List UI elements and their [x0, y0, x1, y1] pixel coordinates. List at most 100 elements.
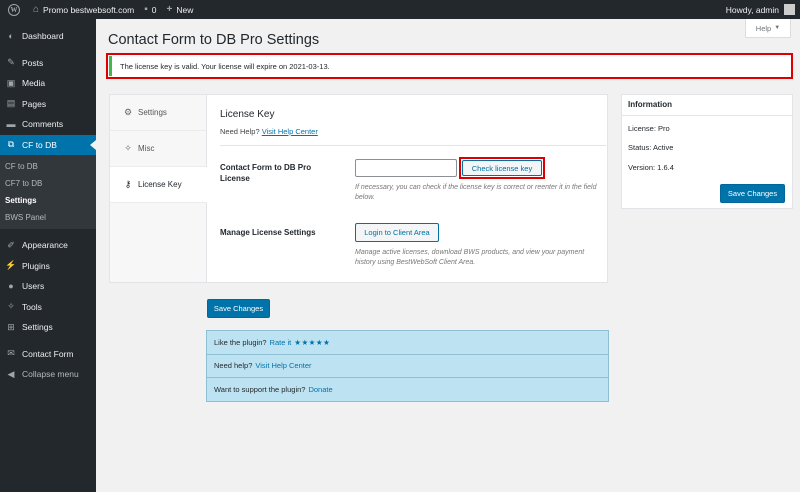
sidebar-item-label: Appearance: [22, 240, 68, 251]
status-info: Status: Active: [628, 143, 674, 152]
settings-icon: ⊞: [7, 321, 15, 332]
site-name: Promo bestwebsoft.com: [43, 4, 135, 15]
admin-bar: W ⌂ Promo bestwebsoft.com ▪ 0 + New Howd…: [0, 0, 800, 19]
help-tab-label: Help: [755, 23, 772, 33]
account-menu[interactable]: Howdy, admin: [721, 0, 800, 19]
settings-panel: ⚙ Settings ✧ Misc ⚷ License Key License …: [109, 94, 608, 283]
license-key-heading: License Key: [220, 109, 275, 120]
plugin-icon: ⚡: [5, 260, 17, 271]
help-row: Need help? Visit Help Center: [207, 355, 608, 378]
rating-stars-icon[interactable]: ★★★★★: [294, 338, 330, 347]
site-name-link[interactable]: ⌂ Promo bestwebsoft.com: [28, 0, 139, 19]
license-key-input[interactable]: [355, 159, 457, 177]
pin-icon: ✎: [7, 57, 15, 68]
sidebar-item-label: CF to DB: [22, 139, 57, 150]
information-title: Information: [622, 95, 792, 116]
sidebar-item-label: Contact Form: [22, 348, 74, 359]
sidebar-item-label: Settings: [22, 322, 53, 333]
submenu-settings[interactable]: Settings: [0, 192, 96, 209]
submenu-bws-panel[interactable]: BWS Panel: [0, 209, 96, 226]
tab-label: Misc: [138, 144, 155, 153]
sidebar-item-tools[interactable]: ✧ Tools: [0, 297, 96, 318]
save-changes-button[interactable]: Save Changes: [207, 299, 270, 318]
tab-label: License Key: [138, 180, 182, 189]
sidebar-item-label: Dashboard: [22, 31, 64, 42]
sidebar-item-posts[interactable]: ✎ Posts: [0, 53, 96, 74]
sidebar-item-label: Collapse menu: [22, 369, 79, 380]
sidebar-item-settings[interactable]: ⊞ Settings: [0, 317, 96, 338]
gear-icon: ⚙: [123, 107, 133, 117]
license-field-label: Contact Form to DB Pro License: [220, 163, 312, 183]
sidebar-item-contact-form[interactable]: ✉ Contact Form: [0, 344, 96, 365]
submenu-cf-to-db[interactable]: CF to DB: [0, 158, 96, 175]
donate-link[interactable]: Donate: [308, 385, 332, 394]
mail-icon: ✉: [7, 348, 15, 359]
key-icon: ⚷: [124, 179, 132, 189]
collapse-icon: ◀: [7, 368, 15, 379]
howdy-text: Howdy, admin: [725, 4, 779, 15]
sidebar-item-plugins[interactable]: ⚡ Plugins: [0, 256, 96, 277]
brush-icon: ✐: [7, 239, 15, 250]
users-icon: ●: [8, 281, 14, 292]
visit-help-center-link[interactable]: Visit Help Center: [255, 361, 311, 370]
sidebar-save-changes-button[interactable]: Save Changes: [720, 184, 785, 203]
need-help-text: Need help?: [214, 361, 253, 371]
sidebar-item-cf-to-db[interactable]: ⧉ CF to DB: [0, 134, 96, 155]
tab-misc[interactable]: ✧ Misc: [110, 131, 206, 167]
visit-help-center-link[interactable]: Visit Help Center: [262, 127, 318, 136]
comments-link[interactable]: ▪ 0: [139, 0, 161, 19]
wrench-icon: ✧: [124, 143, 132, 153]
admin-sidebar: ◐ Dashboard ✎ Posts ▣ Media ▤ Pages ▬ Co…: [0, 19, 96, 492]
sidebar-item-pages[interactable]: ▤ Pages: [0, 94, 96, 115]
new-content-link[interactable]: + New: [162, 0, 199, 19]
comment-bubble-icon: ▪: [144, 4, 148, 15]
wordpress-logo-icon[interactable]: W: [0, 0, 28, 19]
pages-icon: ▤: [6, 98, 16, 109]
sidebar-item-comments[interactable]: ▬ Comments: [0, 114, 96, 135]
rate-row: Like the plugin? Rate it ★★★★★: [207, 331, 608, 355]
donate-row: Want to support the plugin? Donate: [207, 378, 608, 402]
sidebar-item-label: Plugins: [22, 260, 50, 271]
sidebar-item-dashboard[interactable]: ◐ Dashboard: [0, 26, 96, 47]
tab-license-key[interactable]: ⚷ License Key: [110, 167, 207, 203]
sidebar-item-media[interactable]: ▣ Media: [0, 73, 96, 94]
cf-to-db-submenu: CF to DB CF7 to DB Settings BWS Panel: [0, 155, 96, 229]
cf-to-db-icon: ⧉: [7, 139, 15, 150]
submenu-cf7-to-db[interactable]: CF7 to DB: [0, 175, 96, 192]
login-client-area-button[interactable]: Login to Client Area: [355, 223, 439, 242]
collapse-menu-button[interactable]: ◀ Collapse menu: [0, 364, 96, 385]
sidebar-item-appearance[interactable]: ✐ Appearance: [0, 235, 96, 256]
sidebar-item-label: Pages: [22, 98, 47, 109]
comments-count: 0: [151, 4, 157, 15]
license-info: License: Pro: [628, 124, 670, 133]
divider: [220, 145, 606, 146]
notice-text: The license key is valid. Your license w…: [120, 61, 330, 71]
support-text: Want to support the plugin?: [214, 385, 306, 395]
manage-license-label: Manage License Settings: [220, 228, 316, 237]
page-title: Contact Form to DB Pro Settings: [108, 32, 320, 48]
comments-icon: ▬: [6, 119, 16, 130]
check-license-highlight: Check license key: [459, 157, 545, 179]
need-help-line: Need Help? Visit Help Center: [220, 127, 318, 136]
need-help-text: Need Help?: [220, 127, 260, 136]
sidebar-item-label: Users: [22, 281, 45, 292]
check-license-key-button[interactable]: Check license key: [462, 160, 542, 176]
manage-license-description: Manage active licenses, download BWS pro…: [355, 249, 585, 266]
tab-label: Settings: [138, 108, 167, 117]
avatar: [784, 4, 795, 15]
license-valid-notice: The license key is valid. Your license w…: [106, 53, 793, 79]
tab-settings[interactable]: ⚙ Settings: [110, 95, 206, 131]
home-icon: ⌂: [33, 4, 40, 15]
settings-tabs: ⚙ Settings ✧ Misc ⚷ License Key: [110, 95, 207, 282]
sidebar-item-users[interactable]: ● Users: [0, 276, 96, 297]
help-tab-button[interactable]: Help ▼: [745, 19, 791, 38]
sidebar-item-label: Media: [22, 78, 46, 89]
sidebar-item-label: Comments: [22, 119, 64, 130]
caret-down-icon: ▼: [774, 25, 781, 31]
dashboard-icon: ◐: [8, 31, 14, 42]
rate-it-link[interactable]: Rate it: [270, 338, 292, 347]
sidebar-item-label: Tools: [22, 301, 42, 312]
version-info: Version: 1.6.4: [628, 163, 674, 172]
plugin-support-box: Like the plugin? Rate it ★★★★★ Need help…: [206, 330, 609, 402]
license-field-description: If necessary, you can check if the licen…: [355, 184, 597, 201]
